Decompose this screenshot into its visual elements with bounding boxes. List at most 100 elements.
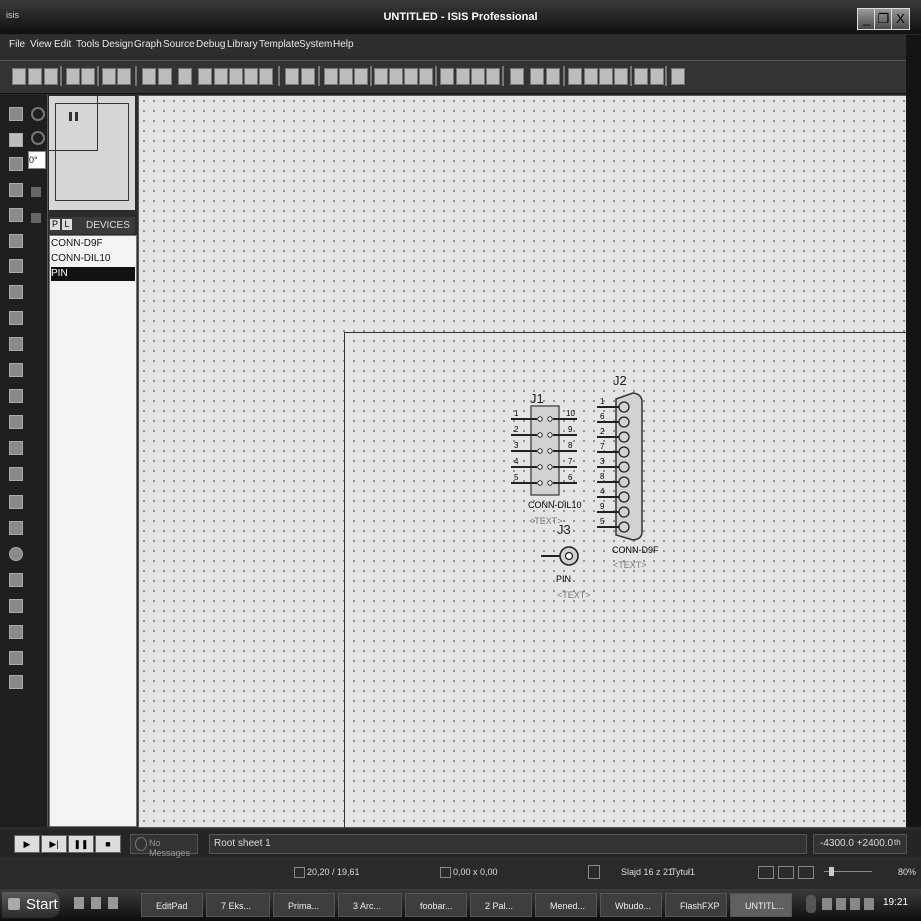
device-list[interactable]: CONN-D9F CONN-DIL10 PIN [49, 235, 137, 827]
menu-template[interactable]: Template [259, 39, 300, 50]
origin-icon[interactable] [178, 68, 192, 85]
list-item[interactable]: CONN-D9F [51, 237, 135, 251]
close-button[interactable]: X [891, 8, 910, 30]
undo-icon[interactable] [285, 68, 299, 85]
schematic-drawing[interactable]: J1 1 2 3 4 5 10 9 8 7 6 CONN-DIL10 <TEXT… [139, 96, 906, 827]
terminal-icon[interactable] [9, 285, 23, 299]
block-delete-icon[interactable] [419, 68, 433, 85]
stop-button[interactable]: ■ [95, 835, 121, 853]
rotate-ccw-icon[interactable] [31, 131, 45, 145]
export-icon[interactable] [81, 68, 95, 85]
wire-autorouter-icon[interactable] [510, 68, 524, 85]
zoom-in-icon[interactable] [214, 68, 228, 85]
schematic-canvas[interactable]: J1 1 2 3 4 5 10 9 8 7 6 CONN-DIL10 <TEXT… [138, 95, 907, 833]
menu-system[interactable]: System [299, 39, 332, 50]
menu-design[interactable]: Design [102, 39, 133, 50]
task-wbudowane[interactable]: Wbudo... [600, 893, 662, 917]
open-folder-icon[interactable] [28, 68, 42, 85]
subcircuit-icon[interactable] [9, 259, 23, 273]
start-button[interactable]: Start [2, 892, 60, 918]
bill-of-materials-icon[interactable] [634, 68, 648, 85]
menu-debug[interactable]: Debug [196, 39, 225, 50]
clock[interactable]: 19:21 [883, 897, 908, 908]
task-editpad[interactable]: EditPad [141, 893, 203, 917]
library-manager-button[interactable]: L [62, 219, 72, 230]
voltage-probe-icon[interactable] [9, 415, 23, 429]
tray-icon[interactable] [850, 898, 860, 910]
junction-dot-icon[interactable] [9, 157, 23, 171]
current-probe-icon[interactable] [9, 441, 23, 455]
j3-component[interactable]: J3 PIN <TEXT> [541, 522, 591, 600]
redraw-icon[interactable] [142, 68, 156, 85]
block-copy-icon[interactable] [374, 68, 388, 85]
search-tag-icon[interactable] [530, 68, 544, 85]
slideshow-view-icon[interactable] [798, 866, 814, 879]
pause-button[interactable]: ❚❚ [68, 835, 94, 853]
menu-tools[interactable]: Tools [76, 39, 99, 50]
zoom-all-icon[interactable] [244, 68, 258, 85]
marker-icon[interactable] [9, 675, 23, 689]
redo-icon[interactable] [301, 68, 315, 85]
device-pin-icon[interactable] [9, 311, 23, 325]
component-mode-icon[interactable] [9, 133, 23, 147]
task-flashfxp[interactable]: FlashFXP [665, 893, 727, 917]
pick-device-icon[interactable] [440, 68, 454, 85]
rotate-cw-icon[interactable] [31, 107, 45, 121]
circle-icon[interactable] [9, 547, 23, 561]
cut-icon[interactable] [324, 68, 338, 85]
text-script-icon[interactable] [9, 208, 23, 222]
print-area-icon[interactable] [117, 68, 131, 85]
copy-icon[interactable] [339, 68, 353, 85]
grid-icon[interactable] [158, 68, 172, 85]
pick-devices-button[interactable]: P [50, 219, 60, 230]
task-foobar[interactable]: foobar... [405, 893, 467, 917]
j2-component[interactable]: J2 1 6 2 7 3 8 4 9 5 CONN-D9F <TEXT> [597, 373, 659, 570]
quicklaunch-icon[interactable] [108, 897, 118, 909]
line-icon[interactable] [9, 495, 23, 509]
tray-icon[interactable] [822, 898, 832, 910]
block-rotate-icon[interactable] [404, 68, 418, 85]
menu-source[interactable]: Source [163, 39, 195, 50]
rotation-field[interactable]: 0° [28, 151, 46, 169]
task-menedzer[interactable]: Mened... [535, 893, 597, 917]
task-pal[interactable]: 2 Pal... [470, 893, 532, 917]
packaging-tool-icon[interactable] [471, 68, 485, 85]
mirror-x-icon[interactable] [31, 187, 41, 197]
list-item[interactable]: CONN-DIL10 [51, 252, 135, 266]
volume-icon[interactable] [864, 898, 874, 910]
electrical-rule-check-icon[interactable] [650, 68, 664, 85]
zoom-slider-handle[interactable] [829, 867, 834, 876]
pan-icon[interactable] [198, 68, 212, 85]
new-sheet-icon[interactable] [568, 68, 582, 85]
selection-mode-icon[interactable] [9, 107, 23, 121]
menu-view[interactable]: View [30, 39, 52, 50]
task-archive[interactable]: 3 Arc... [338, 893, 402, 917]
tray-icon[interactable] [836, 898, 846, 910]
decompose-icon[interactable] [486, 68, 500, 85]
virtual-instrument-icon[interactable] [9, 467, 23, 481]
print-icon[interactable] [102, 68, 116, 85]
step-button[interactable]: ▶| [41, 835, 67, 853]
sorter-view-icon[interactable] [778, 866, 794, 879]
menu-graph[interactable]: Graph [134, 39, 162, 50]
import-icon[interactable] [66, 68, 80, 85]
arc-icon[interactable] [9, 573, 23, 587]
box-icon[interactable] [9, 521, 23, 535]
tray-arrow-icon[interactable] [806, 895, 816, 913]
quicklaunch-icon[interactable] [74, 897, 84, 909]
new-file-icon[interactable] [12, 68, 26, 85]
menu-file[interactable]: File [9, 39, 25, 50]
path-icon[interactable] [9, 599, 23, 613]
normal-view-icon[interactable] [758, 866, 774, 879]
make-device-icon[interactable] [456, 68, 470, 85]
mirror-y-icon[interactable] [31, 213, 41, 223]
exit-parent-icon[interactable] [614, 68, 628, 85]
block-move-icon[interactable] [389, 68, 403, 85]
paste-icon[interactable] [354, 68, 368, 85]
text-icon[interactable] [9, 625, 23, 639]
wire-label-icon[interactable] [9, 183, 23, 197]
quicklaunch-icon[interactable] [91, 897, 101, 909]
task-isis[interactable]: UNTITL... [730, 893, 792, 917]
play-button[interactable]: ▶ [14, 835, 40, 853]
task-prima[interactable]: Prima... [273, 893, 335, 917]
